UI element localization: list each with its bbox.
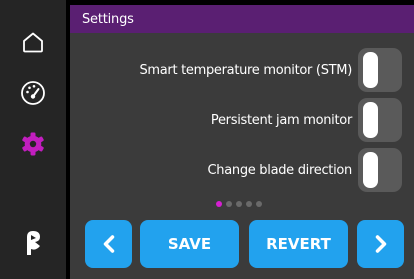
page-dot-4[interactable] bbox=[246, 201, 252, 207]
toggle-knob bbox=[363, 152, 378, 188]
home-icon bbox=[23, 32, 43, 53]
toggle-knob bbox=[363, 102, 378, 138]
page-title: Settings bbox=[82, 11, 134, 27]
sidebar-item-settings[interactable] bbox=[0, 119, 66, 169]
chevron-left-icon bbox=[103, 235, 114, 253]
logo-icon bbox=[27, 231, 40, 255]
toggle-knob bbox=[363, 52, 378, 88]
settings-panel: Settings Smart temperature monitor (STM)… bbox=[70, 5, 414, 279]
revert-button[interactable]: REVERT bbox=[249, 220, 348, 268]
setting-label-blade-direction: Change blade direction bbox=[207, 162, 353, 178]
setting-row-blade-direction: Change blade direction bbox=[70, 148, 414, 192]
sidebar-item-home[interactable] bbox=[0, 17, 66, 67]
next-button[interactable] bbox=[357, 220, 404, 268]
save-button[interactable]: SAVE bbox=[140, 220, 239, 268]
previous-button[interactable] bbox=[85, 220, 132, 268]
setting-label-stm: Smart temperature monitor (STM) bbox=[139, 62, 352, 78]
page-dot-3[interactable] bbox=[236, 201, 242, 207]
blade-direction-toggle[interactable] bbox=[358, 148, 402, 192]
sidebar-item-dashboard[interactable] bbox=[0, 68, 66, 118]
stm-toggle[interactable] bbox=[358, 48, 402, 92]
sidebar-item-brand[interactable] bbox=[0, 218, 66, 268]
page-indicator bbox=[216, 201, 276, 209]
panel-header: Settings bbox=[70, 5, 414, 33]
page-dot-2[interactable] bbox=[226, 201, 232, 207]
setting-row-stm: Smart temperature monitor (STM) bbox=[70, 48, 414, 92]
page-dot-1[interactable] bbox=[216, 201, 222, 207]
sidebar bbox=[0, 0, 66, 279]
gauge-icon bbox=[21, 81, 45, 105]
page-dot-5[interactable] bbox=[256, 201, 262, 207]
jam-monitor-toggle[interactable] bbox=[358, 98, 402, 142]
gear-icon bbox=[22, 132, 44, 156]
chevron-right-icon bbox=[375, 235, 386, 253]
setting-row-jam-monitor: Persistent jam monitor bbox=[70, 98, 414, 142]
setting-label-jam-monitor: Persistent jam monitor bbox=[210, 112, 352, 128]
